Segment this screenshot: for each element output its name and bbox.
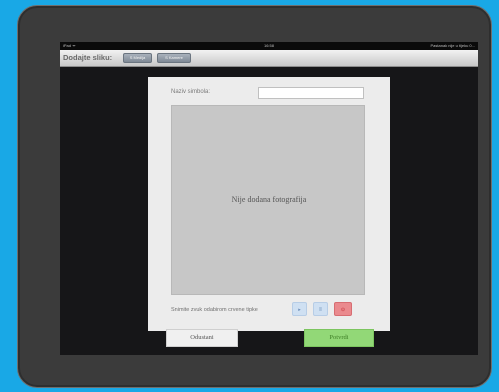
play-icon[interactable]: ▸ [292, 302, 307, 316]
from-media-button[interactable]: S Medija [123, 53, 152, 63]
no-photo-text: Nije dodana fotografija [231, 195, 307, 204]
confirm-button[interactable]: Potvrdi [304, 329, 374, 347]
tablet-screen: iPad ᯤ 16:58 Pastanak nije u tijeku 0...… [60, 42, 478, 355]
photo-placeholder: Nije dodana fotografija [171, 105, 365, 295]
record-instruction-label: Snimite zvuk odabirom crvene tipke [171, 307, 258, 313]
clock-label: 16:58 [263, 43, 274, 48]
cancel-button[interactable]: Odustani [166, 329, 238, 347]
status-bar: iPad ᯤ 16:58 Pastanak nije u tijeku 0... [60, 42, 478, 50]
battery-label: Pastanak nije u tijeku 0... [430, 43, 475, 48]
add-image-title: Dodajte sliku: [63, 53, 113, 62]
top-toolbar: Dodajte sliku: S Medija S Kamere [60, 50, 478, 67]
from-camera-button[interactable]: S Kamere [157, 53, 191, 63]
add-symbol-dialog: Naziv simbola: Nije dodana fotografija S… [148, 77, 390, 331]
symbol-name-input[interactable] [258, 87, 364, 99]
symbol-name-label: Naziv simbola: [171, 89, 211, 95]
record-icon[interactable]: ⊙ [334, 302, 352, 316]
pause-icon[interactable]: ll [313, 302, 328, 316]
